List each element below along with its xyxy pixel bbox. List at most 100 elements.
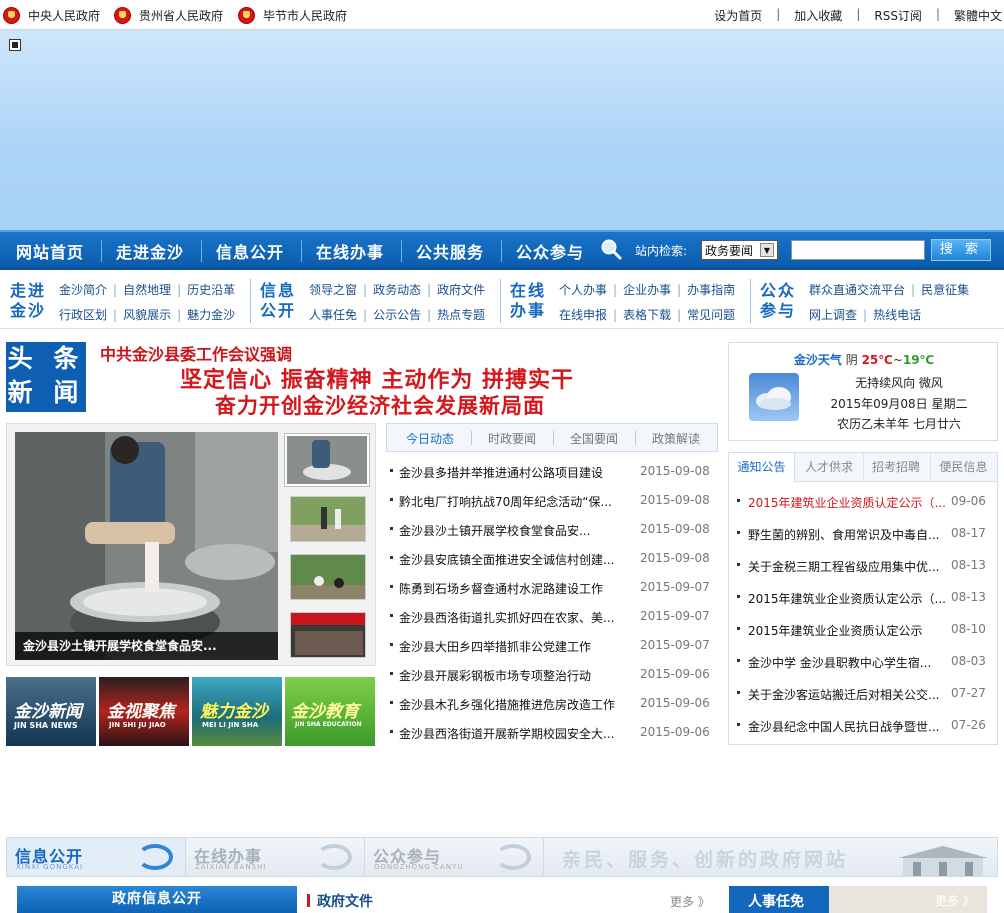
jinshi-jujiao-banner[interactable]: 金视聚焦 JIN SHI JU JIAO <box>99 677 189 746</box>
gov-info-public-button[interactable]: 政府信息公开 <box>17 886 297 913</box>
news-item[interactable]: 黔北电厂打响抗战70周年纪念活动“保... 2015-09-08 <box>386 490 718 512</box>
news-item[interactable]: 金沙县开展彩钢板市场专项整治行动 2015-09-06 <box>386 664 718 686</box>
tab-convenience-info[interactable]: 便民信息 <box>930 453 997 482</box>
news-title[interactable]: 金沙县西洛街道扎实抓好四在农家、美... <box>399 609 624 626</box>
subnav-link[interactable]: 在线申报 <box>559 308 607 322</box>
notice-title[interactable]: 金沙中学 金沙县职教中心学生宿... <box>748 654 946 671</box>
subnav-link[interactable]: 热点专题 <box>437 308 485 322</box>
tab-recruitment[interactable]: 招考招聘 <box>863 453 929 482</box>
rss-link[interactable]: RSS订阅 <box>874 7 922 24</box>
strip-participation[interactable]: 公众参与 GONGZHONG CANYU <box>365 838 544 876</box>
subnav-link[interactable]: 表格下载 <box>623 308 671 322</box>
subnav-link[interactable]: 群众直通交流平台 <box>809 283 905 297</box>
slideshow-thumb[interactable] <box>285 434 369 486</box>
subnav-link[interactable]: 政务动态 <box>373 283 421 297</box>
notice-title[interactable]: 2015年建筑业企业资质认定公示（... <box>748 494 946 511</box>
more-link[interactable]: 更多 》 <box>935 892 975 909</box>
news-item[interactable]: 金沙县西洛街道开展新学期校园安全大... 2015-09-06 <box>386 722 718 744</box>
search-scope-select[interactable]: 政务要闻 ▼ <box>701 240 778 260</box>
slideshow-thumb[interactable] <box>290 612 366 658</box>
news-title[interactable]: 金沙县西洛街道开展新学期校园安全大... <box>399 725 624 742</box>
subnav-link[interactable]: 民意征集 <box>921 283 969 297</box>
notice-title[interactable]: 金沙县纪念中国人民抗日战争暨世... <box>748 718 946 735</box>
news-title[interactable]: 黔北电厂打响抗战70周年纪念活动“保... <box>399 493 624 510</box>
nav-home[interactable]: 网站首页 <box>16 239 84 263</box>
notice-item[interactable]: 野生菌的辨别、食用常识及中毒自... 08-17 <box>729 523 997 545</box>
tab-national-news[interactable]: 全国要闻 <box>553 430 635 447</box>
notice-title[interactable]: 关于金税三期工程省级应用集中优... <box>748 558 946 575</box>
news-item[interactable]: 金沙县大田乡四举措抓非公党建工作 2015-09-07 <box>386 635 718 657</box>
link-central-gov[interactable]: 中央人民政府 <box>3 6 100 24</box>
nav-public-services[interactable]: 公共服务 <box>416 239 484 263</box>
strip-online-services[interactable]: 在线办事 ZAIXIAN BANSHI <box>186 838 365 876</box>
notice-title[interactable]: 2015年建筑业企业资质认定公示（... <box>748 590 946 607</box>
tab-notices[interactable]: 通知公告 <box>729 453 795 482</box>
news-title[interactable]: 金沙县多措并举推进通村公路项目建设 <box>399 464 624 481</box>
link-guizhou-gov[interactable]: 贵州省人民政府 <box>114 6 223 24</box>
subnav-link[interactable]: 公示公告 <box>373 308 421 322</box>
jinsha-education-banner[interactable]: 金沙教育 JIN SHA EDUCATION <box>285 677 375 746</box>
headline-title-line2[interactable]: 奋力开创金沙经济社会发展新局面 <box>215 390 615 420</box>
subnav-link[interactable]: 人事任免 <box>309 308 357 322</box>
search-button[interactable]: 搜 索 <box>931 239 991 261</box>
news-item[interactable]: 金沙县安底镇全面推进安全诚信村创建... 2015-09-08 <box>386 548 718 570</box>
tab-politics-news[interactable]: 时政要闻 <box>471 430 553 447</box>
subnav-link[interactable]: 个人办事 <box>559 283 607 297</box>
news-item[interactable]: 金沙县西洛街道扎实抓好四在农家、美... 2015-09-07 <box>386 606 718 628</box>
more-link[interactable]: 更多 》 <box>670 893 710 910</box>
link-bijie-gov[interactable]: 毕节市人民政府 <box>238 6 347 24</box>
notice-item[interactable]: 金沙中学 金沙县职教中心学生宿... 08-03 <box>729 651 997 673</box>
slideshow-thumb[interactable] <box>290 554 366 600</box>
news-title[interactable]: 金沙县木孔乡强化措施推进危房改造工作 <box>399 696 624 713</box>
set-homepage-link[interactable]: 设为首页 <box>714 7 762 24</box>
search-input[interactable] <box>791 240 925 260</box>
strip-info-public[interactable]: 信息公开 XINXI GONGKAI <box>7 838 186 876</box>
meili-jinsha-banner[interactable]: 魅力金沙 MEI LI JIN SHA <box>192 677 282 746</box>
nav-participation[interactable]: 公众参与 <box>516 239 584 263</box>
subnav-link[interactable]: 企业办事 <box>623 283 671 297</box>
news-title[interactable]: 金沙县大田乡四举措抓非公党建工作 <box>399 638 624 655</box>
subnav-link[interactable]: 政府文件 <box>437 283 485 297</box>
subnav-link[interactable]: 魅力金沙 <box>187 308 235 322</box>
notice-item[interactable]: 2015年建筑业企业资质认定公示 08-10 <box>729 619 997 641</box>
tab-policy-interpretation[interactable]: 政策解读 <box>635 430 717 447</box>
news-title[interactable]: 金沙县开展彩钢板市场专项整治行动 <box>399 667 624 684</box>
news-item[interactable]: 金沙县多措并举推进通村公路项目建设 2015-09-08 <box>386 461 718 483</box>
tab-today-news[interactable]: 今日动态 <box>389 430 471 447</box>
subnav-link[interactable]: 历史沿革 <box>187 283 235 297</box>
subnav-link[interactable]: 热线电话 <box>873 308 921 322</box>
subnav-link[interactable]: 办事指南 <box>687 283 735 297</box>
news-item[interactable]: 金沙县木孔乡强化措施推进危房改造工作 2015-09-06 <box>386 693 718 715</box>
slideshow-caption[interactable]: 金沙县沙土镇开展学校食堂食品安... <box>15 632 278 660</box>
slideshow-thumb[interactable] <box>290 496 366 542</box>
nav-info-public[interactable]: 信息公开 <box>216 239 284 263</box>
notice-title[interactable]: 2015年建筑业企业资质认定公示 <box>748 622 946 639</box>
traditional-chinese-link[interactable]: 繁體中文 <box>954 7 1002 24</box>
notice-item[interactable]: 2015年建筑业企业资质认定公示（... 08-13 <box>729 587 997 609</box>
add-favorite-link[interactable]: 加入收藏 <box>794 7 842 24</box>
slideshow-main-photo[interactable]: 金沙县沙土镇开展学校食堂食品安... <box>15 432 278 660</box>
subnav-link[interactable]: 风貌展示 <box>123 308 171 322</box>
jinsha-news-banner[interactable]: 金沙新闻 JIN SHA NEWS <box>6 677 96 746</box>
subnav-link[interactable]: 金沙简介 <box>59 283 107 297</box>
news-title[interactable]: 金沙县安底镇全面推进安全诚信村创建... <box>399 551 624 568</box>
tab-talent[interactable]: 人才供求 <box>796 453 862 482</box>
nav-online-services[interactable]: 在线办事 <box>316 239 384 263</box>
subnav-link[interactable]: 常见问题 <box>687 308 735 322</box>
subnav-link[interactable]: 行政区划 <box>59 308 107 322</box>
news-title[interactable]: 陈勇到石场乡督查通村水泥路建设工作 <box>399 580 624 597</box>
news-title[interactable]: 金沙县沙土镇开展学校食堂食品安... <box>399 522 624 539</box>
subnav-link[interactable]: 领导之窗 <box>309 283 357 297</box>
news-item[interactable]: 金沙县沙土镇开展学校食堂食品安... 2015-09-08 <box>386 519 718 541</box>
subnav-link[interactable]: 自然地理 <box>123 283 171 297</box>
notice-item[interactable]: 2015年建筑业企业资质认定公示（... 09-06 <box>729 491 997 513</box>
notice-title[interactable]: 野生菌的辨别、食用常识及中毒自... <box>748 526 946 543</box>
notice-item[interactable]: 关于金沙客运站搬迁后对相关公交... 07-27 <box>729 683 997 705</box>
notice-item[interactable]: 金沙县纪念中国人民抗日战争暨世... 07-26 <box>729 715 997 737</box>
nav-about-jinsha[interactable]: 走进金沙 <box>116 239 184 263</box>
news-item[interactable]: 陈勇到石场乡督查通村水泥路建设工作 2015-09-07 <box>386 577 718 599</box>
subnav-link[interactable]: 网上调查 <box>809 308 857 322</box>
notice-item[interactable]: 关于金税三期工程省级应用集中优... 08-13 <box>729 555 997 577</box>
flash-placeholder-icon[interactable] <box>9 39 21 51</box>
notice-title[interactable]: 关于金沙客运站搬迁后对相关公交... <box>748 686 946 703</box>
